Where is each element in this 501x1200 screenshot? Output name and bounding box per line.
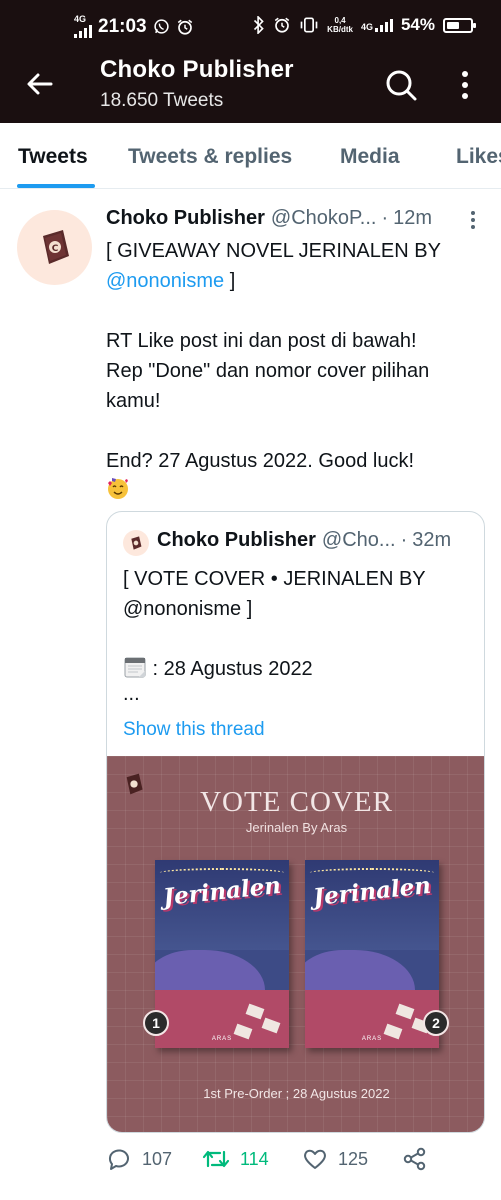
separator-dot: · <box>381 207 389 229</box>
like-count: 125 <box>338 1148 369 1169</box>
tweet-count: 18.650 Tweets <box>100 90 224 111</box>
quoted-tweet-card[interactable]: Choko Publisher @Cho... · 32m [ VOTE COV… <box>106 511 485 1133</box>
clock-time: 21:03 <box>98 15 147 37</box>
tweet-line: @nononisme ] <box>106 266 486 296</box>
tweet-more-icon[interactable] <box>465 208 481 234</box>
like-icon <box>304 1149 326 1169</box>
cover-number-badge: 1 <box>143 1010 169 1036</box>
quoted-tweet-time: 32m <box>412 529 452 551</box>
vibrate-icon <box>300 17 318 33</box>
tweet-line: End? 27 Agustus 2022. Good luck! <box>106 450 414 472</box>
network-type-2: 4G <box>360 22 373 32</box>
more-vertical-icon[interactable] <box>452 66 478 104</box>
top-bar: 4G 21:03 0,4 KB/dtk 4G 54% Choko Publish… <box>0 0 501 123</box>
search-icon[interactable] <box>382 66 420 104</box>
cover-author: ARAS <box>211 1036 233 1042</box>
chocolate-logo-icon <box>131 536 142 550</box>
quoted-author-handle: @Cho... <box>321 529 396 551</box>
signal-icon <box>374 18 393 32</box>
whatsapp-icon <box>153 19 169 34</box>
signal-icon <box>74 24 92 38</box>
like-button[interactable]: 125 <box>302 1146 368 1172</box>
tab-tweets[interactable]: Tweets <box>18 145 88 169</box>
tab-likes[interactable]: Likes <box>456 145 501 169</box>
retweet-count: 114 <box>240 1148 269 1169</box>
tweet-time: 12m <box>393 207 433 229</box>
speed-unit: KB/dtk <box>327 25 353 34</box>
share-icon <box>403 1147 426 1171</box>
reply-count: 107 <box>142 1148 173 1169</box>
profile-tabs: Tweets Tweets & replies Media Likes <box>0 123 501 189</box>
show-thread-link[interactable]: Show this thread <box>123 719 265 741</box>
quoted-tweet-image[interactable]: VOTE COVER Jerinalen By Aras Jerinalen A… <box>107 756 484 1132</box>
tweet-header: Choko Publisher @ChokoP... · 12m <box>106 207 432 230</box>
retweet-button[interactable]: 114 <box>202 1146 269 1172</box>
speed-value: 0,4 <box>334 16 346 25</box>
alarm-icon <box>274 17 290 33</box>
tweet-line: Rep "Done" dan nomor cover pilihan <box>106 360 430 382</box>
cover-author: ARAS <box>361 1036 383 1042</box>
profile-title: Choko Publisher <box>100 56 294 83</box>
reply-icon <box>108 1149 129 1170</box>
quoted-line: : 28 Agustus 2022 <box>123 654 473 684</box>
tweet-line: kamu! <box>106 390 161 412</box>
media-subtitle: Jerinalen By Aras <box>245 820 348 835</box>
status-bar: 4G 21:03 0,4 KB/dtk 4G 54% <box>0 0 501 48</box>
separator-dot: · <box>400 529 408 551</box>
tweet-text: [ GIVEAWAY NOVEL JERINALEN BY @nononisme… <box>106 236 486 506</box>
back-arrow-icon[interactable] <box>22 66 58 102</box>
quoted-tweet-text: [ VOTE COVER • JERINALEN BY @nononisme ]… <box>123 564 473 704</box>
active-tab-indicator <box>17 184 95 188</box>
battery-percent: 54% <box>400 15 435 34</box>
bluetooth-icon <box>254 16 264 34</box>
retweet-icon <box>202 1150 230 1168</box>
quoted-tweet-header: Choko Publisher @Cho... · 32m <box>157 529 451 552</box>
author-handle[interactable]: @ChokoP... <box>271 207 377 230</box>
quoted-author-name: Choko Publisher <box>157 529 316 551</box>
alarm-icon <box>177 19 192 35</box>
battery-fill <box>447 21 459 29</box>
tweet-line: RT Like post ini dan post di bawah! <box>106 330 417 352</box>
quoted-date: : 28 Agustus 2022 <box>147 658 313 680</box>
quoted-line: [ VOTE COVER • JERINALEN BY <box>123 568 426 590</box>
quoted-line: @nononisme ] <box>123 598 253 620</box>
tweet-actions: 107 114 125 <box>106 1146 486 1178</box>
cover-number-badge: 2 <box>423 1010 449 1036</box>
quoted-ellipsis: ... <box>123 683 140 705</box>
tweet-line <box>106 476 486 506</box>
battery-icon <box>443 17 476 33</box>
tab-media[interactable]: Media <box>340 145 400 169</box>
smiling-face-with-hearts-icon <box>108 478 128 499</box>
book-cover-1: Jerinalen ARAS <box>155 860 289 1048</box>
book-cover-2: Jerinalen ARAS <box>305 860 439 1048</box>
calendar-icon <box>124 657 146 678</box>
tweet-line: [ GIVEAWAY NOVEL JERINALEN BY <box>106 240 441 262</box>
mention-link[interactable]: @nononisme <box>106 270 224 292</box>
share-button[interactable] <box>402 1146 428 1172</box>
tweet-line-tail: ] <box>224 270 236 292</box>
media-title: VOTE COVER <box>200 786 393 818</box>
chocolate-logo-icon: C <box>43 230 69 264</box>
author-avatar[interactable]: C <box>17 210 92 285</box>
tab-tweets-replies[interactable]: Tweets & replies <box>128 145 292 169</box>
author-name[interactable]: Choko Publisher <box>106 207 265 230</box>
svg-text:C: C <box>52 244 59 254</box>
media-footer: 1st Pre-Order ; 28 Agustus 2022 <box>203 1086 390 1101</box>
quoted-author-avatar <box>123 530 149 556</box>
network-type: 4G <box>74 14 87 24</box>
reply-button[interactable]: 107 <box>106 1146 172 1172</box>
